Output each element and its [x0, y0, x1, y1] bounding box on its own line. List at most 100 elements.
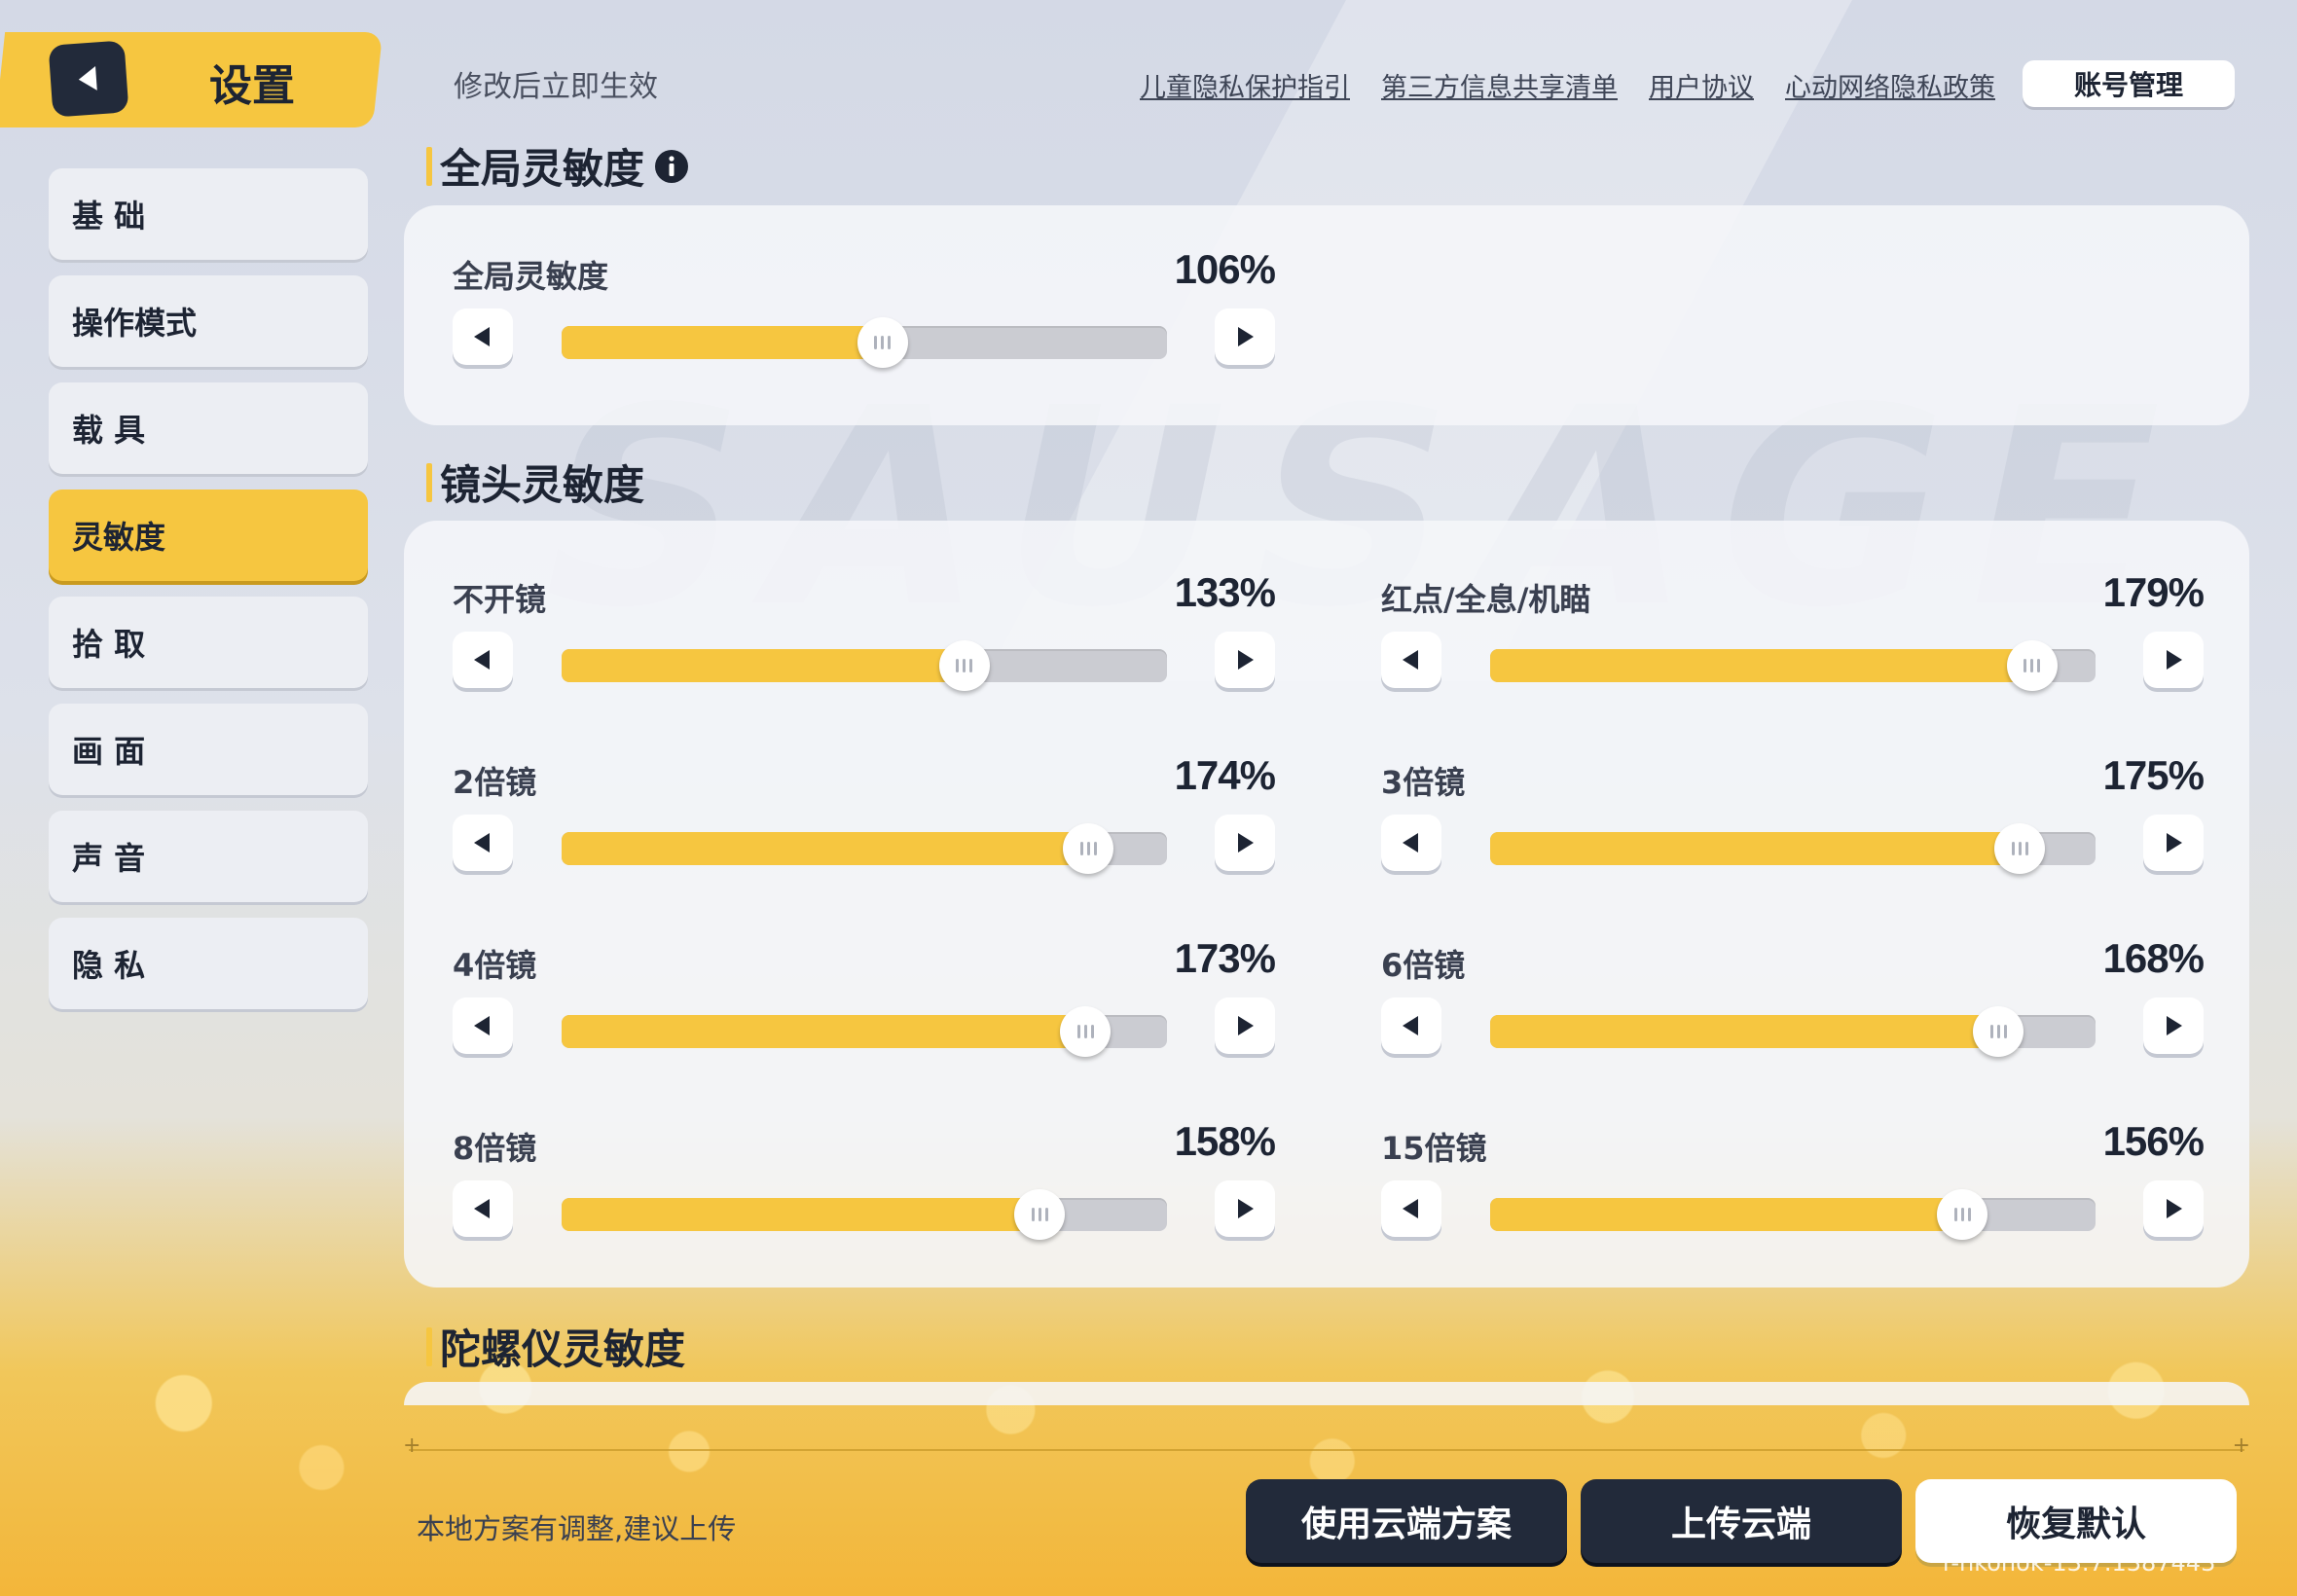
- arrow-right-icon: [2167, 1199, 2182, 1218]
- slider-8x: 8倍镜 158%: [453, 1118, 1276, 1251]
- slider-label: 2倍镜: [453, 764, 537, 801]
- increase-button[interactable]: [2143, 998, 2204, 1054]
- slider-6x: 6倍镜 168%: [1381, 935, 2205, 1068]
- section-title-global: 全局灵敏度: [426, 136, 689, 196]
- sidebar-item-sensitivity[interactable]: 灵敏度: [49, 490, 368, 581]
- slider-fill: [1490, 1015, 1999, 1048]
- back-button[interactable]: [48, 40, 129, 118]
- decrease-button[interactable]: [1381, 815, 1441, 871]
- arrow-right-icon: [2167, 650, 2182, 670]
- decrease-button[interactable]: [1381, 632, 1441, 688]
- slider-label: 不开镜: [453, 581, 547, 618]
- increase-button[interactable]: [2143, 632, 2204, 688]
- use-cloud-plan-button[interactable]: 使用云端方案: [1246, 1479, 1567, 1563]
- back-arrow-icon: [78, 66, 97, 91]
- slider-track[interactable]: [562, 1189, 1167, 1240]
- slider-2x: 2倍镜 174%: [453, 752, 1276, 885]
- sidebar-item-vehicle[interactable]: 载 具: [49, 382, 368, 474]
- arrow-right-icon: [2167, 1016, 2182, 1035]
- slider-value: 173%: [1174, 935, 1276, 981]
- increase-button[interactable]: [2143, 815, 2204, 871]
- slider-fill: [1490, 1198, 1963, 1231]
- slider-handle[interactable]: [1973, 1006, 2024, 1057]
- slider-track[interactable]: [1490, 823, 2096, 874]
- slider-fill: [562, 832, 1089, 865]
- decrease-button[interactable]: [453, 998, 513, 1054]
- grip-icon: [1989, 1025, 2007, 1038]
- decrease-button[interactable]: [453, 308, 513, 365]
- sidebar-item-pickup[interactable]: 拾 取: [49, 597, 368, 688]
- gyro-sensitivity-panel: [404, 1382, 2249, 1405]
- global-sensitivity-panel: 全局灵敏度 106%: [404, 205, 2249, 425]
- slider-label: 8倍镜: [453, 1130, 537, 1167]
- slider-track[interactable]: [562, 317, 1167, 368]
- slider-value: 158%: [1174, 1118, 1276, 1164]
- sidebar-item-graphics[interactable]: 画 面: [49, 704, 368, 795]
- slider-handle[interactable]: [1994, 823, 2046, 874]
- slider-track[interactable]: [562, 640, 1167, 691]
- slider-3x: 3倍镜 175%: [1381, 752, 2205, 885]
- arrow-left-icon: [474, 1016, 490, 1035]
- slider-value: 174%: [1174, 752, 1276, 798]
- section-title-global-text: 全局灵敏度: [440, 145, 645, 193]
- arrow-left-icon: [474, 327, 490, 346]
- decrease-button[interactable]: [453, 632, 513, 688]
- decrease-button[interactable]: [453, 815, 513, 871]
- slider-handle[interactable]: [1014, 1189, 1066, 1240]
- link-third-party-list[interactable]: 第三方信息共享清单: [1381, 66, 1618, 104]
- slider-handle[interactable]: [857, 317, 908, 368]
- slider-15x: 15倍镜 156%: [1381, 1118, 2205, 1251]
- info-icon[interactable]: [654, 149, 689, 184]
- increase-button[interactable]: [1215, 632, 1275, 688]
- arrow-right-icon: [1238, 1016, 1254, 1035]
- sidebar-item-sound[interactable]: 声 音: [49, 811, 368, 902]
- sidebar-item-control-mode[interactable]: 操作模式: [49, 275, 368, 367]
- link-child-privacy[interactable]: 儿童隐私保护指引: [1140, 66, 1350, 104]
- sidebar: 基 础 操作模式 载 具 灵敏度 拾 取 画 面 声 音 隐 私: [49, 168, 368, 1025]
- grip-icon: [1953, 1208, 1971, 1221]
- scope-sensitivity-panel: 不开镜 133% 红点/全息/机瞄 179% 2倍镜 174% 3倍镜 175%…: [404, 521, 2249, 1288]
- slider-track[interactable]: [1490, 640, 2096, 691]
- arrow-left-icon: [1403, 1199, 1418, 1218]
- increase-button[interactable]: [1215, 815, 1275, 871]
- slider-track[interactable]: [1490, 1006, 2096, 1057]
- slider-track[interactable]: [562, 823, 1167, 874]
- decrease-button[interactable]: [1381, 998, 1441, 1054]
- decrease-button[interactable]: [453, 1180, 513, 1237]
- grip-icon: [2011, 842, 2028, 855]
- grip-icon: [1031, 1208, 1048, 1221]
- slider-track[interactable]: [562, 1006, 1167, 1057]
- grip-icon: [2024, 659, 2041, 672]
- arrow-right-icon: [1238, 833, 1254, 852]
- slider-handle[interactable]: [1060, 1006, 1112, 1057]
- slider-handle[interactable]: [1063, 823, 1114, 874]
- slider-handle[interactable]: [2006, 640, 2058, 691]
- slider-4x: 4倍镜 173%: [453, 935, 1276, 1068]
- arrow-left-icon: [1403, 833, 1418, 852]
- slider-fill: [562, 1015, 1086, 1048]
- sidebar-item-basic[interactable]: 基 础: [49, 168, 368, 260]
- sidebar-item-privacy[interactable]: 隐 私: [49, 918, 368, 1009]
- grip-icon: [956, 659, 973, 672]
- arrow-right-icon: [1238, 650, 1254, 670]
- section-title-scope-text: 镜头灵敏度: [440, 461, 645, 509]
- upload-cloud-button[interactable]: 上传云端: [1581, 1479, 1902, 1563]
- slider-handle[interactable]: [1937, 1189, 1988, 1240]
- decrease-button[interactable]: [1381, 1180, 1441, 1237]
- arrow-right-icon: [1238, 1199, 1254, 1218]
- account-button[interactable]: 账号管理: [2023, 60, 2235, 107]
- slider-value: 168%: [2102, 935, 2205, 981]
- slider-handle[interactable]: [938, 640, 990, 691]
- slider-value: 133%: [1174, 569, 1276, 615]
- increase-button[interactable]: [1215, 998, 1275, 1054]
- slider-value: 156%: [2102, 1118, 2205, 1164]
- increase-button[interactable]: [1215, 1180, 1275, 1237]
- link-privacy-policy[interactable]: 心动网络隐私政策: [1785, 66, 1995, 104]
- slider-track[interactable]: [1490, 1189, 2096, 1240]
- slider-fill: [562, 649, 965, 682]
- link-user-agreement[interactable]: 用户协议: [1649, 66, 1754, 104]
- slider-label: 15倍镜: [1381, 1130, 1487, 1167]
- slider-label: 4倍镜: [453, 947, 537, 984]
- increase-button[interactable]: [2143, 1180, 2204, 1237]
- increase-button[interactable]: [1215, 308, 1275, 365]
